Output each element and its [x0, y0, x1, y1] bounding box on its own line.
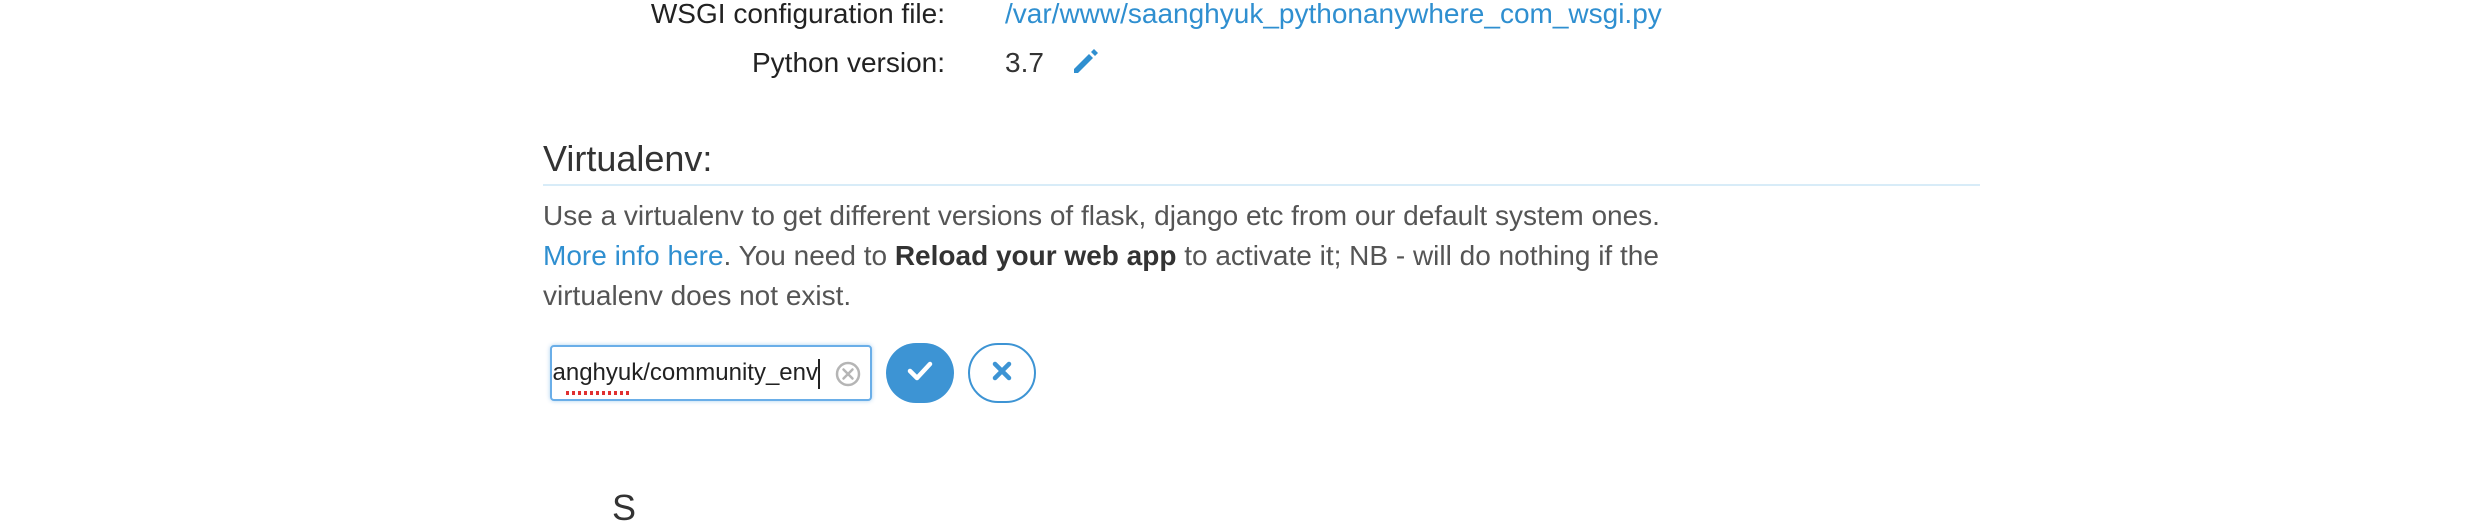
text-caret	[818, 359, 820, 389]
virtualenv-description: Use a virtualenv to get different versio…	[543, 196, 1673, 316]
wsgi-config-label: WSGI configuration file:	[650, 0, 945, 29]
virtualenv-path-input[interactable]: anghyuk/community_env	[550, 345, 872, 401]
section-divider	[543, 184, 1980, 186]
python-version-label: Python version:	[752, 47, 945, 78]
virtualenv-heading: Virtualenv:	[543, 138, 713, 179]
python-version-value: 3.7	[1005, 47, 1044, 78]
reload-web-app-bold: Reload your web app	[894, 240, 1177, 271]
next-section-heading-clipped: S	[612, 487, 637, 528]
check-icon	[907, 360, 933, 387]
confirm-virtualenv-button[interactable]	[886, 343, 954, 403]
clear-circle-icon[interactable]	[834, 360, 862, 388]
cancel-virtualenv-button[interactable]	[968, 343, 1036, 403]
wsgi-config-file-link[interactable]: /var/www/saanghyuk_pythonanywhere_com_ws…	[1005, 0, 1662, 28]
pencil-icon[interactable]	[1070, 45, 1102, 77]
virtualenv-path-value[interactable]: anghyuk/community_env	[553, 361, 818, 385]
spellcheck-underline	[566, 391, 632, 395]
virtualenv-desc-text-1: Use a virtualenv to get different versio…	[543, 200, 1660, 231]
more-info-link[interactable]: More info here	[543, 240, 724, 271]
virtualenv-desc-text-2: . You need to	[723, 240, 895, 271]
close-icon	[991, 360, 1013, 387]
